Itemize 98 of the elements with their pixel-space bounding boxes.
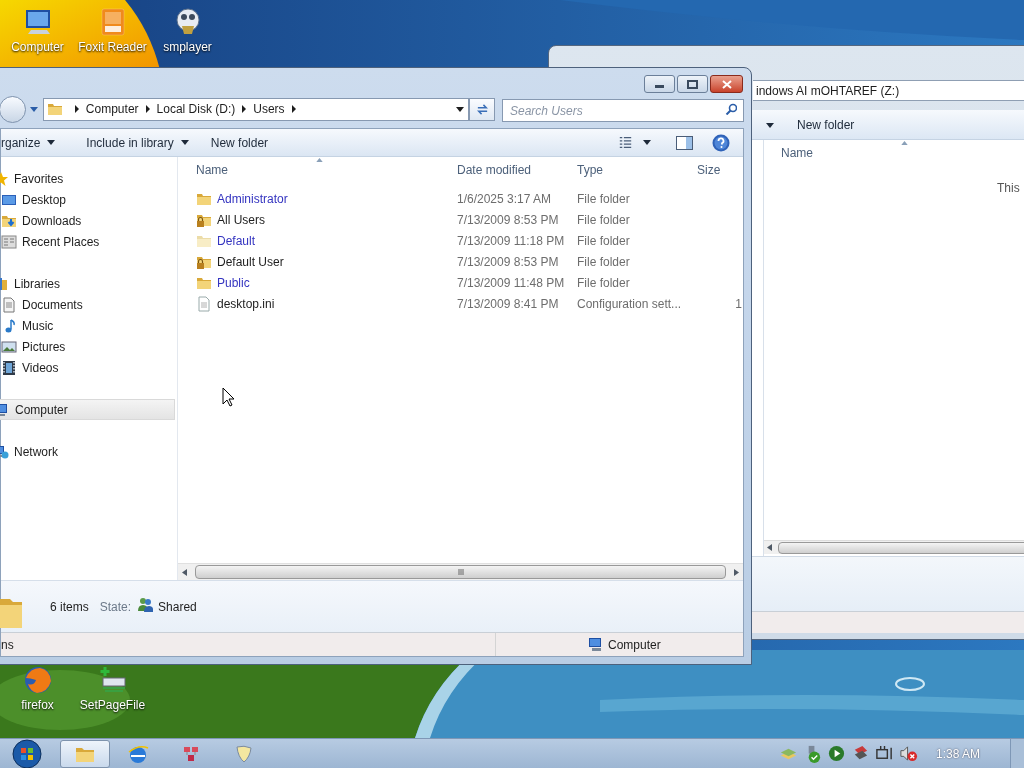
pictures-icon bbox=[1, 338, 17, 355]
scrollbar[interactable] bbox=[764, 540, 1024, 554]
status-location: Computer bbox=[608, 636, 661, 654]
share-state: Shared bbox=[158, 598, 197, 616]
status-text: ns bbox=[1, 633, 496, 656]
restore-button[interactable] bbox=[677, 75, 708, 93]
nav-item[interactable]: Libraries bbox=[0, 273, 177, 294]
type-cell-text: File folder bbox=[577, 211, 631, 229]
file-name[interactable]: Administrator bbox=[217, 189, 288, 208]
nav-item[interactable]: Network bbox=[0, 441, 177, 462]
clock: 1:38 AM bbox=[935, 745, 980, 763]
nav-item[interactable]: Favorites bbox=[0, 168, 177, 189]
caret-icon bbox=[47, 140, 56, 145]
address-bar[interactable]: Computer Local Disk (D:) Users bbox=[42, 97, 470, 121]
document-icon bbox=[196, 295, 212, 312]
desktop-shortcut[interactable]: smplayer bbox=[150, 6, 225, 55]
scrollbar[interactable] bbox=[178, 563, 743, 580]
column-header[interactable]: Type bbox=[577, 161, 697, 179]
scroll-thumb[interactable] bbox=[195, 565, 726, 579]
nav-item[interactable]: Videos bbox=[1, 357, 177, 378]
column-header[interactable]: Name bbox=[178, 161, 457, 179]
date-cell-text: 1/6/2025 3:17 AM bbox=[457, 190, 553, 208]
refresh-button[interactable] bbox=[469, 97, 495, 121]
nav-item[interactable]: Pictures bbox=[1, 336, 177, 357]
minimize-button[interactable] bbox=[644, 75, 675, 93]
date-cell-text: 7/13/2009 11:48 PM bbox=[457, 274, 566, 292]
scroll-left-icon bbox=[182, 568, 187, 576]
computer-icon bbox=[588, 637, 604, 652]
minimize-icon bbox=[655, 85, 664, 88]
column-header[interactable]: Size bbox=[697, 161, 743, 179]
details-list-icon bbox=[618, 136, 633, 149]
recent-places-icon bbox=[1, 233, 17, 250]
item-count: 6 items bbox=[50, 598, 89, 616]
nav-item[interactable]: Recent Places bbox=[1, 231, 177, 252]
refresh-icon bbox=[475, 102, 489, 116]
date-cell-text: 7/13/2009 8:53 PM bbox=[457, 253, 560, 271]
restore-icon bbox=[687, 79, 698, 89]
nav-item[interactable]: Downloads bbox=[1, 210, 177, 231]
type-cell-text: File folder bbox=[577, 253, 631, 271]
speaker-muted-icon bbox=[898, 744, 918, 763]
chevron-icon bbox=[74, 105, 79, 113]
back-button[interactable] bbox=[0, 95, 26, 123]
desktop-shortcut[interactable]: SetPageFile bbox=[75, 664, 150, 713]
toolbar-button[interactable]: Include in library bbox=[75, 133, 200, 152]
type-cell-text: File folder bbox=[577, 274, 631, 292]
help-button[interactable] bbox=[712, 133, 730, 152]
toolbar-button[interactable]: New folder bbox=[199, 133, 280, 152]
toolbar-button[interactable]: rganize bbox=[1, 133, 66, 152]
taskbar-button[interactable] bbox=[60, 739, 110, 768]
chevron-icon bbox=[291, 105, 296, 113]
chevron-icon bbox=[145, 105, 150, 113]
dropdown-arrow-icon bbox=[456, 106, 465, 112]
caret-icon bbox=[29, 106, 38, 112]
scroll-left-icon bbox=[767, 544, 772, 551]
nav-item[interactable]: Documents bbox=[1, 294, 177, 315]
date-cell-text: 7/13/2009 8:41 PM bbox=[457, 295, 560, 313]
file-name[interactable]: desktop.ini bbox=[217, 294, 275, 313]
nav-item[interactable]: Computer bbox=[0, 399, 175, 420]
file-name[interactable]: Default bbox=[217, 231, 256, 250]
search-icon bbox=[725, 102, 737, 115]
toolbar-button[interactable]: New folder bbox=[787, 115, 865, 134]
column-header[interactable]: Name bbox=[781, 144, 813, 162]
address-field[interactable]: indows AI mOHTAREF (Z:) bbox=[753, 80, 1024, 101]
users-icon bbox=[137, 597, 154, 612]
date-cell-text: 7/13/2009 8:53 PM bbox=[457, 211, 560, 229]
empty-folder-message: This bbox=[997, 181, 1020, 195]
column-header[interactable]: Date modified bbox=[457, 161, 577, 179]
type-cell-text: File folder bbox=[577, 232, 631, 250]
folder-icon bbox=[46, 101, 63, 117]
file-name[interactable]: Public bbox=[217, 273, 250, 292]
nav-item[interactable]: Music bbox=[1, 315, 177, 336]
sort-arrow-icon bbox=[316, 158, 323, 162]
sort-arrow-icon bbox=[901, 141, 908, 145]
file-name[interactable]: All Users bbox=[217, 210, 265, 229]
breadcrumb-item[interactable]: Computer bbox=[84, 100, 140, 118]
help-icon bbox=[712, 133, 730, 152]
close-button[interactable] bbox=[710, 75, 743, 93]
breadcrumb-item[interactable]: Users bbox=[252, 100, 286, 118]
nav-item[interactable]: Desktop bbox=[1, 189, 177, 210]
cursor-icon bbox=[222, 387, 235, 407]
search-field[interactable]: Search Users bbox=[502, 99, 744, 122]
state-label: State: bbox=[99, 598, 132, 616]
caret-icon bbox=[180, 140, 189, 145]
chevron-icon bbox=[242, 105, 247, 113]
date-cell-text: 7/13/2009 11:18 PM bbox=[457, 232, 566, 250]
film-strip-icon bbox=[1, 359, 17, 376]
play-icon bbox=[826, 744, 846, 763]
size-cell-text: 1 bbox=[735, 295, 743, 313]
type-cell-text: File folder bbox=[577, 190, 631, 208]
preview-pane-icon bbox=[676, 135, 693, 150]
grip-icon bbox=[457, 569, 464, 575]
preview-pane-button[interactable] bbox=[674, 135, 695, 150]
windows-logo-icon bbox=[12, 738, 42, 768]
breadcrumb-item[interactable]: Local Disk (D:) bbox=[155, 100, 237, 118]
file-name[interactable]: Default User bbox=[217, 252, 284, 271]
type-cell-text: Configuration sett... bbox=[577, 295, 683, 313]
close-icon bbox=[721, 79, 732, 89]
scroll-right-icon bbox=[734, 568, 739, 576]
